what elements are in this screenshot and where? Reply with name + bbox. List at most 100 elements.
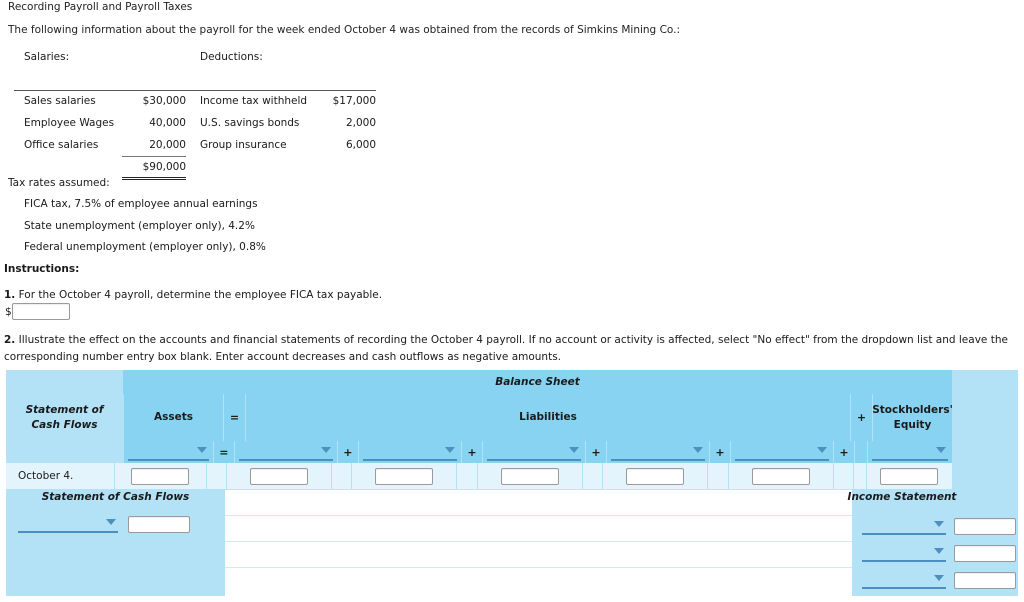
income-statement-section: Income Statement (848, 489, 1016, 596)
financial-statement-effects-grid: Balance Sheet Statement of Cash Flows As… (6, 370, 1018, 596)
plus-operator: + (337, 441, 358, 463)
liability-selector-5[interactable] (734, 443, 830, 461)
instructions-header: Instructions: (4, 263, 80, 275)
statement-of-cash-flows-header: Statement of Cash Flows (6, 394, 123, 441)
blank-row (225, 542, 852, 568)
salaries-total: $90,000 (122, 155, 186, 180)
salary-label: Office salaries (24, 139, 99, 151)
scf-section-title: Statement of Cash Flows (41, 491, 190, 503)
liability-selector-cell-1[interactable] (233, 441, 338, 463)
income-statement-title: Income Statement (847, 491, 957, 503)
scf-entry-row (18, 513, 218, 535)
income-statement-row (862, 567, 1024, 593)
payroll-summary-table: Salaries: Deductions: Sales salaries $30… (14, 46, 376, 180)
salaries-header: Salaries: (24, 51, 70, 63)
equals-operator: = (223, 394, 245, 441)
assets-amount-input[interactable] (131, 467, 190, 485)
blank-row (225, 490, 852, 516)
operator-cell (331, 463, 351, 489)
income-statement-amount-input-1[interactable] (954, 517, 1016, 535)
equals-operator: = (213, 441, 234, 463)
stockholders-equity-amount-input[interactable] (880, 467, 939, 485)
salary-amount: 40,000 (149, 117, 186, 129)
chevron-down-icon (106, 519, 116, 525)
liability-selector-cell-4[interactable] (605, 441, 710, 463)
blank-row (225, 568, 852, 594)
liability-amount-input-4[interactable] (626, 467, 685, 485)
assets-amount-cell[interactable] (114, 463, 206, 489)
liability-selector-3[interactable] (486, 443, 582, 461)
deduction-label: U.S. savings bonds (200, 117, 300, 129)
liability-selector-1[interactable] (238, 443, 334, 461)
question-2: 2. Illustrate the effect on the accounts… (4, 332, 1018, 366)
liability-amount-input-5[interactable] (751, 467, 810, 485)
chevron-down-icon (197, 447, 208, 453)
chevron-down-icon (934, 548, 944, 554)
assets-selector[interactable] (128, 443, 210, 461)
income-statement-amount-input-2[interactable] (954, 544, 1016, 562)
stockholders-equity-amount-cell[interactable] (865, 463, 952, 489)
question-2-text: Illustrate the effect on the accounts an… (4, 334, 1008, 363)
liability-selector-cell-5[interactable] (729, 441, 834, 463)
table-header-row: Salaries: Deductions: (14, 46, 376, 68)
liability-amount-input-2[interactable] (375, 467, 434, 485)
spacer-cell (853, 441, 868, 463)
deduction-label: Group insurance (200, 139, 287, 151)
header-rule (14, 68, 376, 91)
deduction-amount: 6,000 (345, 139, 376, 151)
liability-amount-cell-2[interactable] (351, 463, 456, 489)
tax-rate-item: State unemployment (employer only), 4.2% (24, 220, 255, 232)
spacer-cell (853, 463, 866, 489)
tax-rate-item: Federal unemployment (employer only), 0.… (24, 241, 266, 253)
tax-rate-item: FICA tax, 7.5% of employee annual earnin… (24, 198, 258, 210)
blank-rows-area (225, 489, 852, 596)
chevron-down-icon (934, 521, 944, 527)
deduction-amount: $17,000 (332, 95, 376, 108)
salary-label: Employee Wages (24, 117, 115, 129)
liability-amount-input-1[interactable] (249, 467, 308, 485)
account-selector-row: = + + + + + (123, 441, 952, 463)
question-1: 1. For the October 4 payroll, determine … (4, 289, 382, 301)
liability-amount-cell-4[interactable] (602, 463, 707, 489)
page-title: Recording Payroll and Payroll Taxes (8, 1, 193, 13)
income-statement-account-selector-1[interactable] (862, 517, 946, 535)
salary-amount: $30,000 (142, 95, 186, 108)
chevron-down-icon (936, 447, 946, 453)
income-statement-account-selector-2[interactable] (862, 544, 946, 562)
deduction-amount: 2,000 (345, 117, 376, 129)
liability-selector-2[interactable] (362, 443, 458, 461)
statement-of-cash-flows-section: Statement of Cash Flows (6, 489, 225, 596)
liability-selector-cell-2[interactable] (357, 441, 462, 463)
liability-selector-cell-3[interactable] (481, 441, 586, 463)
stockholders-equity-selector[interactable] (872, 443, 948, 461)
liability-amount-cell-1[interactable] (225, 463, 331, 489)
question-1-answer: $ (5, 303, 70, 320)
income-statement-amount-input-3[interactable] (954, 571, 1016, 589)
income-statement-account-selector-3[interactable] (862, 571, 946, 589)
deduction-label: Income tax withheld (200, 95, 308, 108)
operator-cell (205, 463, 226, 489)
stockholders-equity-selector-cell[interactable] (867, 441, 952, 463)
operator-cell (456, 463, 476, 489)
liability-amount-cell-3[interactable] (476, 463, 582, 489)
liability-amount-input-3[interactable] (500, 467, 559, 485)
chevron-down-icon (934, 575, 944, 581)
liability-selector-4[interactable] (610, 443, 706, 461)
chevron-down-icon (321, 447, 332, 453)
scf-activity-selector[interactable] (18, 515, 118, 533)
salary-amount: 20,000 (149, 138, 186, 151)
operator-cell (581, 463, 602, 489)
liabilities-group-header: Liabilities (245, 394, 850, 441)
assets-selector-cell[interactable] (123, 441, 214, 463)
plus-operator: + (461, 441, 482, 463)
question-1-number: 1. (4, 289, 16, 301)
balance-sheet-band: Balance Sheet (123, 370, 952, 394)
chevron-down-icon (817, 447, 828, 453)
chevron-down-icon (693, 447, 704, 453)
scf-amount-input[interactable] (128, 515, 190, 533)
scf-header-line-1: Statement of (25, 403, 104, 416)
salary-label: Sales salaries (24, 95, 96, 108)
total-row: $90,000 (14, 155, 376, 180)
liability-amount-cell-5[interactable] (727, 463, 833, 489)
fica-tax-input[interactable] (11, 303, 70, 320)
